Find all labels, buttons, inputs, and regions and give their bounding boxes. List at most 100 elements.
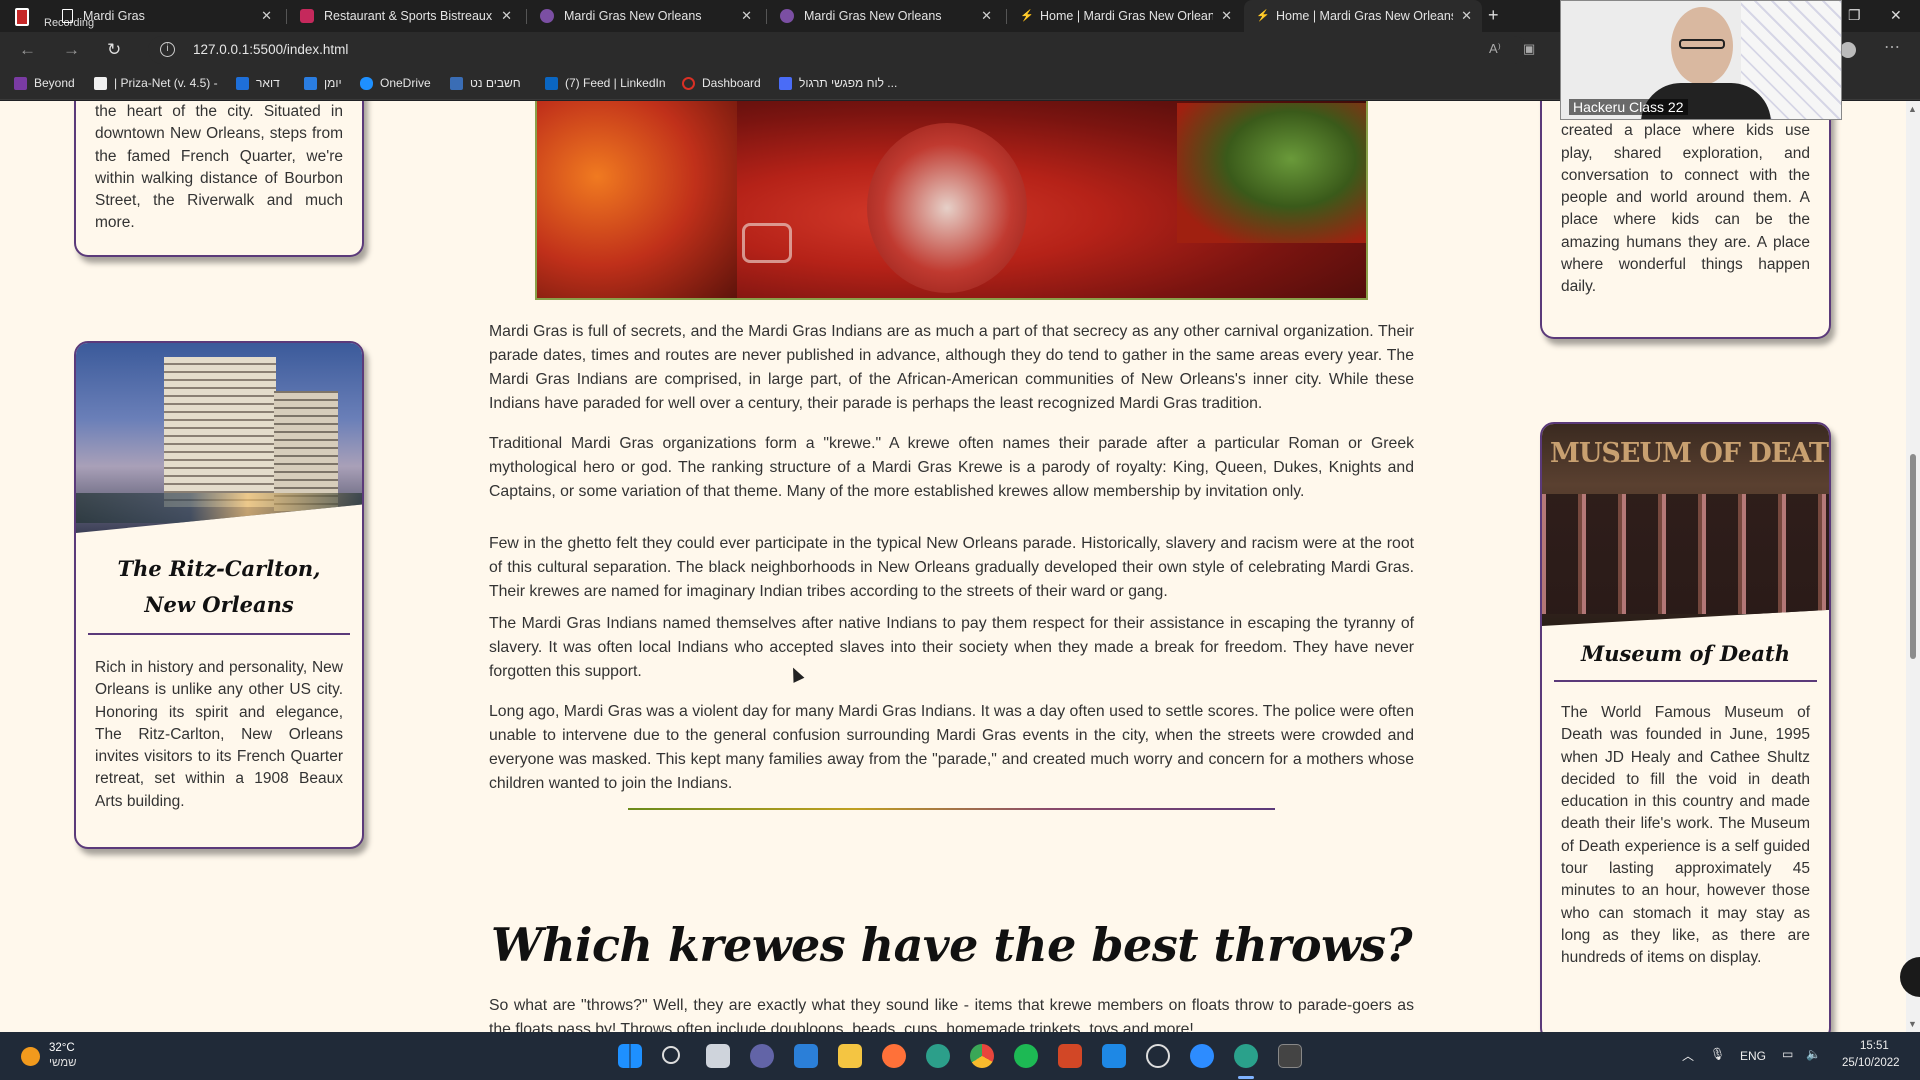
forward-arrow-icon[interactable]: →: [63, 40, 80, 60]
tab-mardi-gras-new-orleans-2[interactable]: Mardi Gras New Orleans ✕: [768, 0, 1002, 32]
paragraph-secrets: Mardi Gras is full of secrets, and the M…: [489, 323, 1414, 412]
paragraph-throws: So what are "throws?" Well, they are exa…: [489, 997, 1414, 1032]
paragraph-krewe: Traditional Mardi Gras organizations for…: [489, 435, 1414, 500]
terminal-icon[interactable]: [1278, 1044, 1302, 1068]
tab-home-mardi-gras-1[interactable]: ⚡ Home | Mardi Gras New Orleans ✕: [1008, 0, 1242, 32]
more-menu-icon[interactable]: ⋯: [1884, 37, 1900, 57]
scroll-down-icon[interactable]: ▼: [1908, 1019, 1917, 1029]
tab-title: Home | Mardi Gras New Orleans: [1040, 9, 1214, 23]
show-hidden-icons-icon[interactable]: ︿: [1682, 1047, 1694, 1064]
tab-home-mardi-gras-active[interactable]: ⚡ Home | Mardi Gras New Orleans ✕: [1244, 0, 1482, 32]
zoom-icon[interactable]: [1190, 1044, 1214, 1068]
restore-window-icon[interactable]: ❐: [1848, 7, 1861, 24]
volume-icon[interactable]: 🔈: [1806, 1047, 1821, 1061]
hotel-card-top: the heart of the city. Situated in downt…: [74, 101, 364, 257]
url-text[interactable]: 127.0.0.1:5500/index.html: [193, 42, 348, 57]
close-icon[interactable]: ✕: [501, 8, 512, 24]
back-arrow-icon[interactable]: ←: [19, 40, 36, 60]
clock-date[interactable]: 25/10/2022: [1842, 1057, 1900, 1069]
webcam-overlay: Hackeru Class 22: [1560, 0, 1842, 120]
bookmark-label: OneDrive: [380, 76, 431, 90]
street-lights: [76, 493, 362, 523]
spotify-icon[interactable]: [1014, 1044, 1038, 1068]
museum-of-death-card: MUSEUM OF DEATH Museum of Death The Worl…: [1540, 422, 1831, 1032]
teams-chat-icon[interactable]: [750, 1044, 774, 1068]
calendar-icon: [304, 76, 317, 90]
beaded-patch: [867, 123, 1027, 293]
bookmark-practice-board[interactable]: לוח מפגשי תרגול ...: [779, 76, 897, 90]
bookmark-label: לוח מפגשי תרגול ...: [799, 76, 898, 90]
read-aloud-icon[interactable]: A⁾: [1489, 41, 1501, 57]
search-icon[interactable]: [662, 1046, 680, 1064]
active-app-indicator: [1238, 1076, 1254, 1079]
new-tab-button[interactable]: +: [1488, 5, 1499, 26]
powerpoint-icon[interactable]: [1058, 1044, 1082, 1068]
close-icon[interactable]: ✕: [1221, 8, 1232, 24]
museum-windows: [1542, 494, 1829, 614]
microphone-icon[interactable]: 🎙: [1710, 1047, 1725, 1061]
ritz-carlton-card: The Ritz-Carlton, New Orleans Rich in hi…: [74, 341, 364, 849]
tab-separator: [526, 9, 527, 24]
tab-mardi-gras-new-orleans-1[interactable]: Mardi Gras New Orleans ✕: [528, 0, 762, 32]
address-bar[interactable]: i 127.0.0.1:5500/index.html: [148, 36, 1528, 64]
tab-separator: [766, 9, 767, 24]
vscode-icon[interactable]: [1102, 1044, 1126, 1068]
store-icon[interactable]: [794, 1044, 818, 1068]
tab-title: Mardi Gras New Orleans: [804, 9, 942, 23]
ritz-carlton-image: [76, 343, 362, 533]
clock-time[interactable]: 15:51: [1860, 1040, 1889, 1052]
bookmark-onedrive[interactable]: OneDrive: [360, 76, 431, 90]
file-explorer-icon[interactable]: [838, 1044, 862, 1068]
scrollbar-thumb[interactable]: [1910, 454, 1916, 659]
ritz-carlton-title: The Ritz-Carlton, New Orleans: [117, 556, 321, 617]
sun-weather-icon[interactable]: [21, 1047, 40, 1066]
onedrive-icon: [360, 76, 373, 90]
priza-net-icon: [94, 76, 107, 90]
bookmark-label: Dashboard: [702, 76, 761, 90]
language-indicator[interactable]: ENG: [1740, 1049, 1766, 1063]
scroll-up-icon[interactable]: ▲: [1908, 104, 1917, 114]
windows-taskbar: 32°C שמשי ︿ 🎙 ENG ▭ 🔈 15:51 25/10/2022: [0, 1032, 1920, 1080]
edge-dev-icon[interactable]: [1234, 1044, 1258, 1068]
bookmark-label: Beyond: [34, 76, 75, 90]
bookmark-dashboard[interactable]: Dashboard: [682, 76, 761, 90]
network-icon[interactable]: ▭: [1782, 1047, 1793, 1061]
section-heading: Which krewes have the best throws?: [490, 918, 1413, 972]
profile-avatar[interactable]: [1840, 42, 1856, 58]
bookmark-mail[interactable]: דואר: [236, 76, 280, 90]
bookmark-priza-net[interactable]: | Priza-Net (v. 4.5) -: [94, 76, 218, 90]
bookmark-label: | Priza-Net (v. 4.5) -: [114, 76, 218, 90]
task-view-icon[interactable]: [706, 1044, 730, 1068]
close-icon[interactable]: ✕: [741, 8, 752, 24]
tab-mardi-gras[interactable]: Mardi Gras ✕: [50, 0, 282, 32]
bookmark-calendar[interactable]: יומן: [304, 76, 342, 90]
firefox-icon[interactable]: [882, 1044, 906, 1068]
board-icon: [779, 76, 792, 90]
reload-icon[interactable]: ↻: [107, 40, 121, 60]
paragraph-native-indians: The Mardi Gras Indians named themselves …: [489, 615, 1414, 680]
recording-indicator-icon: [15, 8, 29, 26]
weather-temperature[interactable]: 32°C: [49, 1042, 75, 1054]
page-scrollbar[interactable]: ▲ ▼: [1906, 101, 1920, 1032]
chrome-icon[interactable]: [970, 1044, 994, 1068]
windows-start-icon[interactable]: [618, 1044, 642, 1068]
bookmark-beyond[interactable]: Beyond: [14, 76, 75, 90]
clock-app-icon[interactable]: [1146, 1044, 1170, 1068]
close-icon[interactable]: ✕: [261, 8, 272, 24]
bookmark-linkedin[interactable]: (7) Feed | LinkedIn: [545, 76, 666, 90]
edge-icon[interactable]: [926, 1044, 950, 1068]
weather-description[interactable]: שמשי: [49, 1057, 77, 1069]
bookmark-label: חשבים נט: [470, 76, 521, 90]
close-window-icon[interactable]: ✕: [1890, 7, 1902, 24]
site-info-icon[interactable]: i: [160, 42, 175, 57]
close-icon[interactable]: ✕: [1461, 8, 1472, 24]
dashboard-icon: [682, 76, 695, 90]
bookmark-hashavim[interactable]: חשבים נט: [450, 76, 521, 90]
webcam-label: Hackeru Class 22: [1569, 99, 1688, 115]
feather-left: [537, 101, 737, 298]
tab-restaurant[interactable]: Restaurant & Sports Bistreaux | V ✕: [288, 0, 522, 32]
split-screen-icon[interactable]: ▣: [1523, 41, 1535, 57]
museum-of-death-description: The World Famous Museum of Death was fou…: [1561, 704, 1810, 967]
ritz-carlton-description: Rich in history and personality, New Orl…: [95, 659, 343, 810]
close-icon[interactable]: ✕: [981, 8, 992, 24]
